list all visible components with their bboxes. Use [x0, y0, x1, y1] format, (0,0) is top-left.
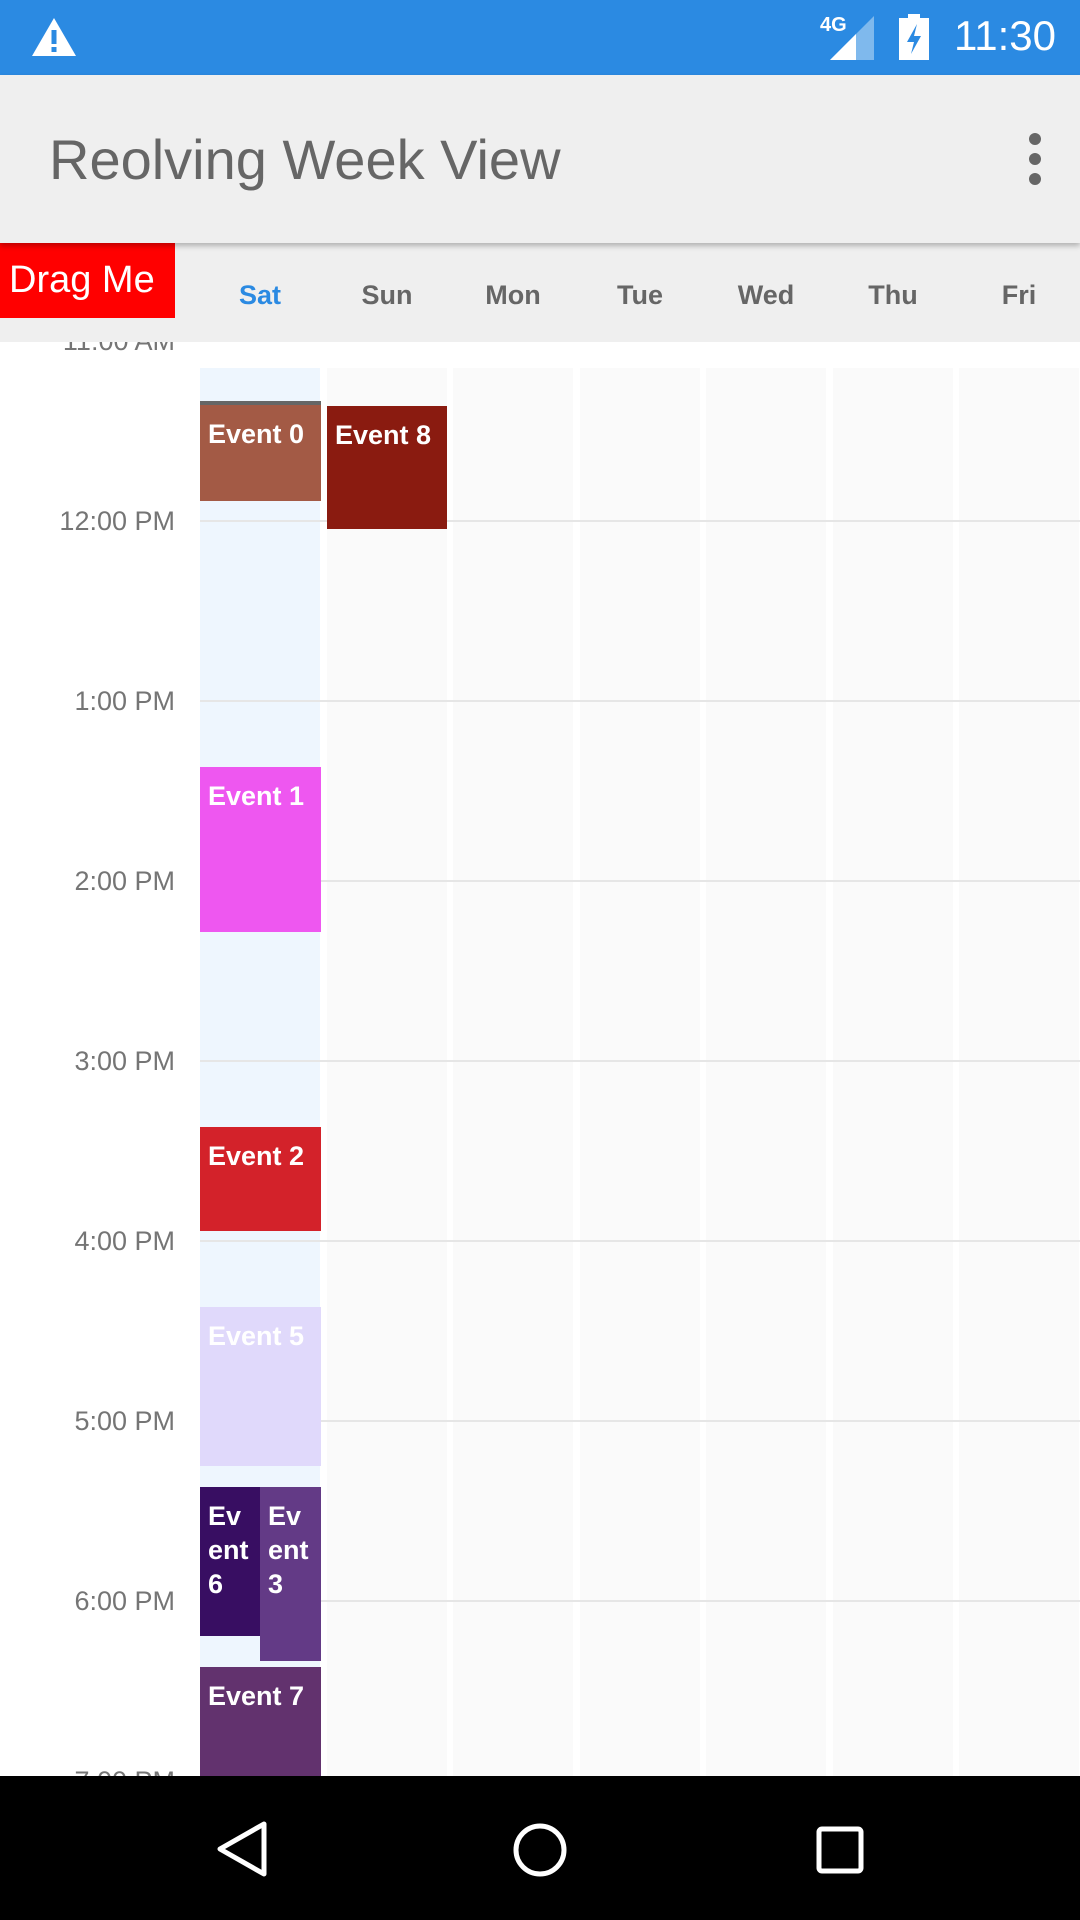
- status-time: 11:30: [954, 12, 1056, 59]
- time-label: 7:00 PM: [74, 1766, 175, 1776]
- event-6[interactable]: Event 6: [200, 1487, 260, 1636]
- event-7[interactable]: Event 7: [200, 1667, 321, 1776]
- back-icon[interactable]: [214, 1820, 270, 1878]
- navigation-bar: [0, 1776, 1080, 1920]
- time-label: 3:00 PM: [74, 1046, 175, 1076]
- week-header: Drag Me Sat Sun Mon Tue Wed Thu Fri: [0, 243, 1080, 342]
- event-5[interactable]: Event 5: [200, 1307, 321, 1466]
- event-1[interactable]: Event 1: [200, 767, 321, 932]
- day-header-wed[interactable]: Wed: [706, 280, 826, 311]
- day-column-mon[interactable]: [453, 368, 573, 1776]
- time-label: 12:00 PM: [59, 506, 175, 536]
- hour-line: [200, 1420, 1080, 1422]
- status-bar: 4G 11:30: [0, 0, 1080, 75]
- event-8[interactable]: Event 8: [327, 406, 447, 529]
- signal-icon: [830, 16, 874, 60]
- time-label: 5:00 PM: [74, 1406, 175, 1436]
- time-label: 2:00 PM: [74, 866, 175, 896]
- day-column-thu[interactable]: [833, 368, 953, 1776]
- day-header-fri[interactable]: Fri: [959, 280, 1079, 311]
- time-label: 4:00 PM: [74, 1226, 175, 1256]
- day-column-tue[interactable]: [580, 368, 700, 1776]
- day-header-sun[interactable]: Sun: [327, 280, 447, 311]
- event-2[interactable]: Event 2: [200, 1127, 321, 1231]
- app-title: Reolving Week View: [49, 128, 561, 191]
- time-label: 11:00 AM: [63, 342, 175, 357]
- recents-icon[interactable]: [816, 1826, 864, 1874]
- event-0[interactable]: Event 0: [200, 405, 321, 501]
- hour-line: [200, 1240, 1080, 1242]
- warning-icon: [32, 18, 76, 56]
- hour-line: [200, 1060, 1080, 1062]
- time-label: 6:00 PM: [74, 1586, 175, 1616]
- day-column-fri[interactable]: [959, 368, 1079, 1776]
- battery-charging-icon: [899, 14, 929, 60]
- day-column-wed[interactable]: [706, 368, 826, 1776]
- more-vert-icon[interactable]: [1020, 133, 1050, 187]
- hour-line: [200, 700, 1080, 702]
- drag-me-button[interactable]: Drag Me: [0, 243, 175, 318]
- home-icon[interactable]: [512, 1822, 568, 1878]
- app-bar: Reolving Week View: [0, 75, 1080, 243]
- day-header-thu[interactable]: Thu: [833, 280, 953, 311]
- day-header-mon[interactable]: Mon: [453, 280, 573, 311]
- hour-line: [200, 880, 1080, 882]
- time-label: 1:00 PM: [74, 686, 175, 716]
- hour-line: [200, 1600, 1080, 1602]
- week-grid[interactable]: 11:00 AM 12:00 PM 1:00 PM 2:00 PM 3:00 P…: [0, 342, 1080, 1776]
- day-column-sun[interactable]: [327, 368, 447, 1776]
- day-header-tue[interactable]: Tue: [580, 280, 700, 311]
- event-3[interactable]: Event 3: [260, 1487, 321, 1661]
- day-header-sat[interactable]: Sat: [200, 280, 320, 311]
